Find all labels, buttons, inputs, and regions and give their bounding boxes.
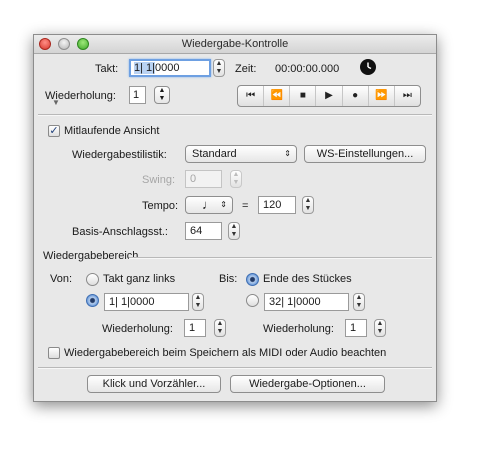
takt-stepper[interactable]: ▲ ▼ xyxy=(213,59,225,77)
disclosure-triangle-icon[interactable]: ▼ xyxy=(52,98,60,107)
mitlaufende-checkbox[interactable]: ✓ xyxy=(48,125,60,137)
takt-selected-text: 1| 1| xyxy=(134,62,156,74)
takt-field[interactable]: 1| 1|0000 xyxy=(129,59,211,77)
transport-bar: ⏮ ⏪ ■ ▶ ● ⏩ ⏭ xyxy=(237,85,421,107)
fast-forward-icon[interactable]: ⏩ xyxy=(369,86,395,106)
zeit-label: Zeit: xyxy=(235,63,257,75)
bis-ende-label: Ende des Stückes xyxy=(263,273,352,285)
stilistik-label: Wiedergabestilistik: xyxy=(72,149,167,161)
bis-wdh-stepper[interactable]: ▲ ▼ xyxy=(374,319,386,337)
takt-label: Takt: xyxy=(95,63,119,75)
title-bar[interactable]: Wiedergabe-Kontrolle xyxy=(34,35,436,54)
play-icon[interactable]: ▶ xyxy=(316,86,343,106)
von-wdh-stepper[interactable]: ▲ ▼ xyxy=(214,319,226,337)
go-to-end-icon[interactable]: ⏭ xyxy=(395,86,420,106)
von-wdh-label: Wiederholung: xyxy=(102,323,173,335)
bis-position-field[interactable]: 32| 1|0000 xyxy=(264,293,349,311)
takt-rest-text: 0000 xyxy=(155,62,180,74)
tempo-note-popup[interactable]: ♩ ⇕ xyxy=(185,196,233,214)
playback-control-window: Wiedergabe-Kontrolle Takt: 1| 1|0000 ▲ ▼ … xyxy=(33,34,437,402)
basis-field[interactable]: 64 xyxy=(185,222,222,240)
quarter-note-icon: ♩ xyxy=(202,197,215,212)
stilistik-popup[interactable]: Standard ⇕ xyxy=(185,145,297,163)
tempo-stepper[interactable]: ▲ ▼ xyxy=(302,196,314,214)
swing-field[interactable]: 0 xyxy=(185,170,222,188)
clock-icon[interactable] xyxy=(360,59,376,75)
bis-position-radio[interactable] xyxy=(246,294,259,307)
swing-stepper[interactable]: ▲ ▼ xyxy=(230,170,242,188)
rewind-icon[interactable]: ⏪ xyxy=(264,86,291,106)
tempo-label: Tempo: xyxy=(142,200,179,212)
midi-audio-checkbox[interactable] xyxy=(48,347,60,359)
record-icon[interactable]: ● xyxy=(343,86,369,106)
midi-audio-label: Wiedergabebereich beim Speichern als MID… xyxy=(64,347,387,359)
mitlaufende-label: Mitlaufende Ansicht xyxy=(64,125,160,137)
swing-label: Swing: xyxy=(142,174,176,186)
checkmark-icon: ✓ xyxy=(49,125,59,137)
tempo-equals: = xyxy=(242,200,249,212)
wiedergabe-optionen-button[interactable]: Wiedergabe-Optionen... xyxy=(230,375,385,393)
bis-label: Bis: xyxy=(219,273,238,285)
section-divider xyxy=(129,257,432,259)
von-position-radio[interactable] xyxy=(86,294,99,307)
von-takt-links-radio[interactable] xyxy=(86,273,99,286)
divider xyxy=(38,114,432,116)
klick-vorzaehler-button[interactable]: Klick und Vorzähler... xyxy=(87,375,221,393)
bis-position-stepper[interactable]: ▲ ▼ xyxy=(353,293,365,311)
von-position-stepper[interactable]: ▲ ▼ xyxy=(192,293,204,311)
stilistik-value: Standard xyxy=(192,148,237,160)
footer-divider xyxy=(38,367,432,369)
go-to-start-icon[interactable]: ⏮ xyxy=(238,86,265,106)
bis-wdh-label: Wiederholung: xyxy=(263,323,334,335)
bis-wdh-field[interactable]: 1 xyxy=(345,319,367,337)
tempo-field[interactable]: 120 xyxy=(258,196,296,214)
zeit-value: 00:00:00.000 xyxy=(275,63,340,75)
window-title: Wiedergabe-Kontrolle xyxy=(181,38,289,50)
range-section-label: Wiedergabebereich xyxy=(43,250,139,262)
von-position-field[interactable]: 1| 1|0000 xyxy=(104,293,189,311)
popup-arrows-icon: ⇕ xyxy=(284,149,291,158)
popup-arrows-icon: ⇕ xyxy=(220,200,227,209)
von-wdh-field[interactable]: 1 xyxy=(184,319,206,337)
wiederholung-field[interactable]: 1 xyxy=(129,86,146,104)
von-takt-links-label: Takt ganz links xyxy=(103,273,176,285)
basis-stepper[interactable]: ▲ ▼ xyxy=(228,222,240,240)
von-label: Von: xyxy=(50,273,73,285)
wiederholung-stepper[interactable]: ▲ ▼ xyxy=(154,86,170,104)
basis-label: Basis-Anschlagsst.: xyxy=(72,226,168,238)
bis-ende-radio[interactable] xyxy=(246,273,259,286)
stop-icon[interactable]: ■ xyxy=(290,86,317,106)
ws-settings-button[interactable]: WS-Einstellungen... xyxy=(304,145,426,163)
